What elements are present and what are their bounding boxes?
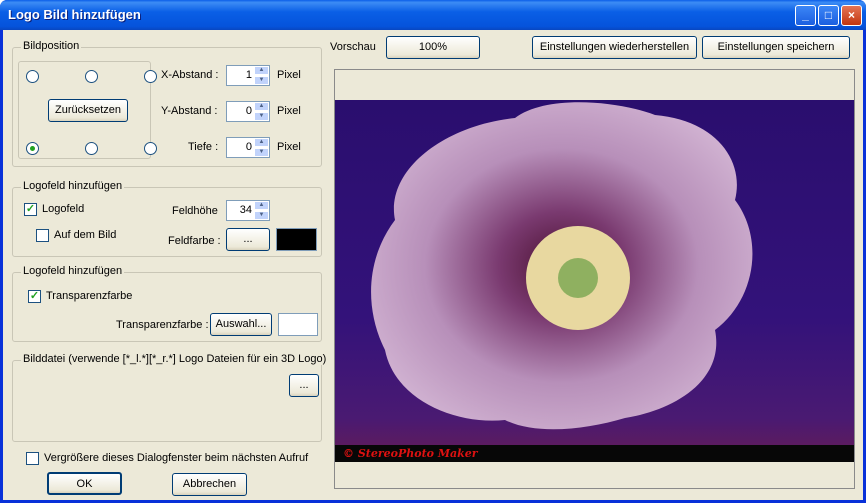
save-settings-button[interactable]: Einstellungen speichern — [702, 36, 850, 59]
image-file-legend: Bilddatei (verwende [*_l.*][*_r.*] Logo … — [21, 353, 329, 365]
preview-panel: © StereoPhoto Maker — [334, 69, 855, 489]
poppy-flower-image — [371, 102, 753, 430]
position-top-right-radio[interactable] — [144, 70, 157, 83]
position-bottom-right-radio[interactable] — [144, 142, 157, 155]
spin-up-icon[interactable]: ▲ — [254, 66, 269, 75]
depth-value: 0 — [245, 141, 252, 153]
logofeld-group: Logofeld hinzufügen ✓ Logofeld Auf dem B… — [12, 180, 322, 257]
zoom-button[interactable]: 100% — [386, 36, 480, 59]
x-distance-unit: Pixel — [277, 69, 301, 81]
field-height-value: 34 — [239, 204, 252, 216]
image-file-group: Bilddatei (verwende [*_l.*][*_r.*] Logo … — [12, 353, 329, 442]
ok-button[interactable]: OK — [47, 472, 122, 495]
cancel-button[interactable]: Abbrechen — [172, 473, 247, 496]
preview-image: © StereoPhoto Maker — [335, 100, 854, 462]
dialog-client: Bildposition Zurücksetzen X-Abstand : 1 … — [3, 30, 863, 500]
logofeld-legend: Logofeld hinzufügen — [21, 180, 125, 192]
transparency-color-swatch[interactable] — [278, 313, 318, 336]
position-bottom-center-radio[interactable] — [85, 142, 98, 155]
x-distance-label: X-Abstand : — [161, 69, 219, 81]
enlarge-dialog-checkbox[interactable] — [26, 452, 39, 465]
transparency-checkbox[interactable]: ✓ — [28, 290, 41, 303]
logofeld-label: Logofeld — [42, 203, 85, 215]
transparency-label: Transparenzfarbe — [46, 290, 133, 302]
on-image-label: Auf dem Bild — [54, 229, 117, 241]
y-distance-label: Y-Abstand : — [161, 105, 218, 117]
logo-field-bar: © StereoPhoto Maker — [335, 445, 854, 462]
enlarge-dialog-label: Vergrößere dieses Dialogfenster beim näc… — [44, 452, 309, 464]
logo-text: © StereoPhoto Maker — [343, 447, 478, 460]
dialog-window: Logo Bild hinzufügen _ □ × Bildposition … — [0, 0, 866, 503]
restore-settings-button[interactable]: Einstellungen wiederherstellen — [532, 36, 697, 59]
y-distance-unit: Pixel — [277, 105, 301, 117]
x-distance-spinner[interactable]: 1 ▲ ▼ — [226, 65, 270, 86]
transparency-legend: Logofeld hinzufügen — [21, 265, 125, 277]
title-bar[interactable]: Logo Bild hinzufügen _ □ × — [0, 0, 866, 30]
field-color-swatch[interactable] — [276, 228, 317, 251]
x-distance-value: 1 — [245, 69, 252, 81]
spin-up-icon[interactable]: ▲ — [254, 201, 269, 210]
bildposition-group: Bildposition Zurücksetzen X-Abstand : 1 … — [12, 40, 322, 167]
spin-up-icon[interactable]: ▲ — [254, 102, 269, 111]
spin-down-icon[interactable]: ▼ — [254, 112, 269, 121]
browse-file-button[interactable]: ... — [289, 374, 319, 397]
maximize-icon[interactable]: □ — [818, 5, 839, 26]
field-height-label: Feldhöhe — [172, 205, 218, 217]
position-bottom-left-radio[interactable] — [26, 142, 39, 155]
field-color-label: Feldfarbe : — [168, 235, 221, 247]
spin-down-icon[interactable]: ▼ — [254, 211, 269, 220]
spin-down-icon[interactable]: ▼ — [254, 76, 269, 85]
select-color-button[interactable]: Auswahl... — [210, 313, 272, 336]
depth-unit: Pixel — [277, 141, 301, 153]
position-top-left-radio[interactable] — [26, 70, 39, 83]
minimize-icon[interactable]: _ — [795, 5, 816, 26]
bildposition-legend: Bildposition — [21, 40, 82, 52]
on-image-checkbox[interactable] — [36, 229, 49, 242]
transparency-color-label: Transparenzfarbe : — [116, 319, 209, 331]
position-grid: Zurücksetzen — [18, 61, 157, 159]
reset-button[interactable]: Zurücksetzen — [48, 99, 128, 122]
field-height-spinner[interactable]: 34 ▲ ▼ — [226, 200, 270, 221]
close-icon[interactable]: × — [841, 5, 862, 26]
depth-label: Tiefe : — [188, 141, 219, 153]
spin-up-icon[interactable]: ▲ — [254, 138, 269, 147]
field-color-button[interactable]: ... — [226, 228, 270, 251]
window-title: Logo Bild hinzufügen — [8, 7, 141, 22]
transparency-group: Logofeld hinzufügen ✓ Transparenzfarbe T… — [12, 265, 322, 342]
depth-spinner[interactable]: 0 ▲ ▼ — [226, 137, 270, 158]
logofeld-checkbox[interactable]: ✓ — [24, 203, 37, 216]
spin-down-icon[interactable]: ▼ — [254, 148, 269, 157]
preview-label: Vorschau — [330, 41, 376, 53]
y-distance-spinner[interactable]: 0 ▲ ▼ — [226, 101, 270, 122]
y-distance-value: 0 — [245, 105, 252, 117]
position-top-center-radio[interactable] — [85, 70, 98, 83]
